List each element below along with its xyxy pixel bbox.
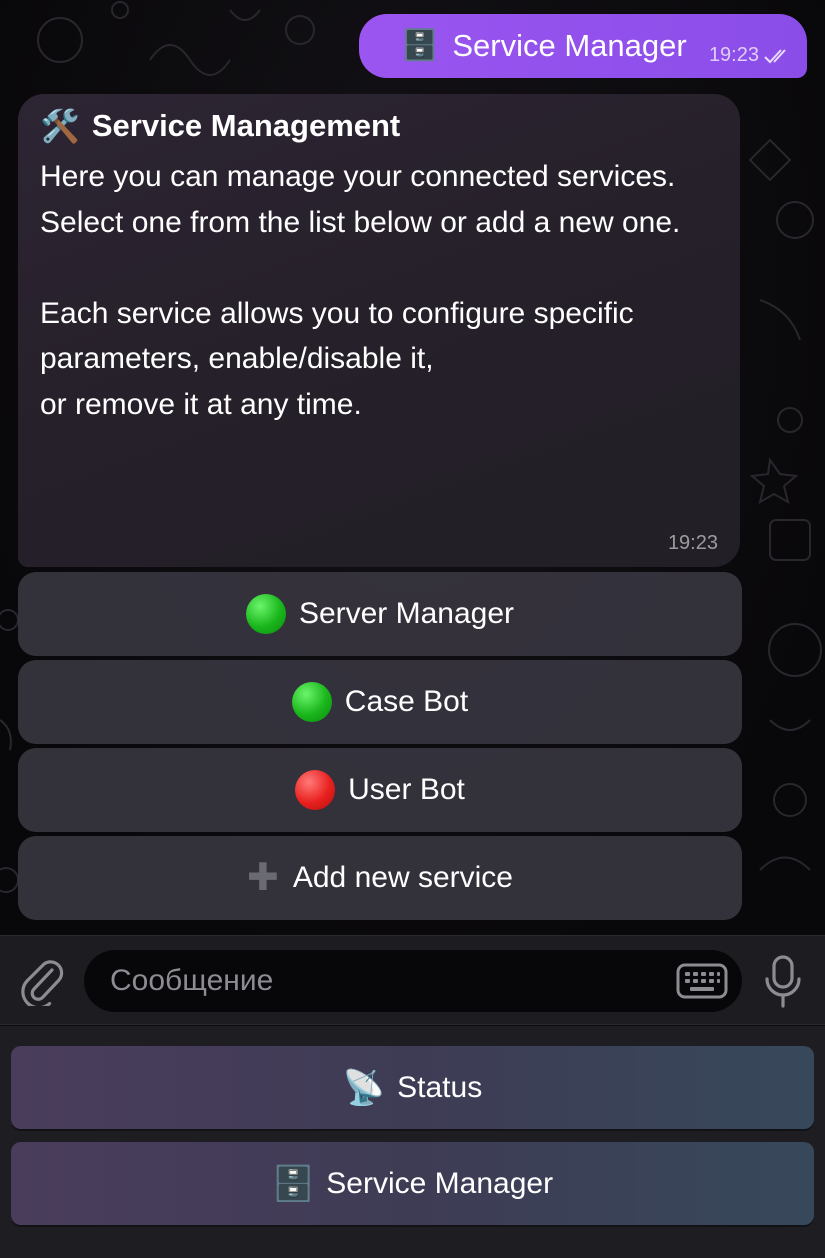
keyboard-icon[interactable] (676, 963, 728, 999)
message-title: 🛠️ Service Management (40, 106, 718, 146)
reply-button-label: Service Manager (326, 1166, 554, 1200)
inline-button-add-new-service[interactable]: ✚ Add new service (18, 836, 742, 920)
inline-button-label: Server Manager (298, 597, 515, 630)
red-circle-icon (295, 770, 336, 810)
outgoing-message-text: Service Manager (452, 28, 687, 63)
microphone-icon[interactable] (762, 954, 804, 1010)
green-circle-icon (245, 594, 286, 634)
green-circle-icon (291, 682, 332, 722)
paperclip-icon[interactable] (18, 956, 64, 1006)
inline-button-label: Case Bot (344, 685, 469, 718)
inline-button-server-manager[interactable]: Server Manager (18, 572, 742, 656)
outgoing-message-meta: 19:23 (709, 44, 793, 67)
reply-button-service-manager[interactable]: 🗄️ Service Manager (11, 1142, 814, 1225)
outgoing-message: 🗄️ Service Manager 19:23 (359, 14, 807, 78)
message-body: Here you can manage your connected servi… (40, 160, 681, 421)
inline-button-case-bot[interactable]: Case Bot (18, 660, 742, 744)
incoming-message-time: 19:23 (667, 532, 718, 554)
reply-keyboard: 📡 Status 🗄️ Service Manager (0, 1026, 825, 1258)
message-title-text: Service Management (91, 108, 401, 143)
message-input[interactable]: Сообщение (84, 950, 742, 1012)
plus-icon: ✚ (247, 857, 279, 899)
file-cabinet-icon: 🗄️ (271, 1164, 315, 1203)
inline-button-label: Add new service (292, 861, 513, 894)
file-cabinet-icon: 🗄️ (401, 29, 439, 62)
inline-button-label: User Bot (348, 773, 465, 806)
chat-area: 🗄️ Service Manager 19:23 🛠️ Service Mana… (0, 0, 825, 935)
double-check-icon (764, 48, 786, 63)
hammer-and-wrench-icon: 🛠️ (40, 108, 80, 144)
reply-button-status[interactable]: 📡 Status (11, 1046, 814, 1129)
message-input-placeholder: Сообщение (110, 964, 274, 997)
incoming-message: 🛠️ Service Management Here you can manag… (18, 94, 740, 567)
outgoing-message-time: 19:23 (708, 44, 759, 66)
reply-button-label: Status (397, 1070, 483, 1104)
satellite-antenna-icon: 📡 (342, 1068, 386, 1107)
message-input-bar: Сообщение (0, 935, 825, 1025)
inline-button-user-bot[interactable]: User Bot (18, 748, 742, 832)
